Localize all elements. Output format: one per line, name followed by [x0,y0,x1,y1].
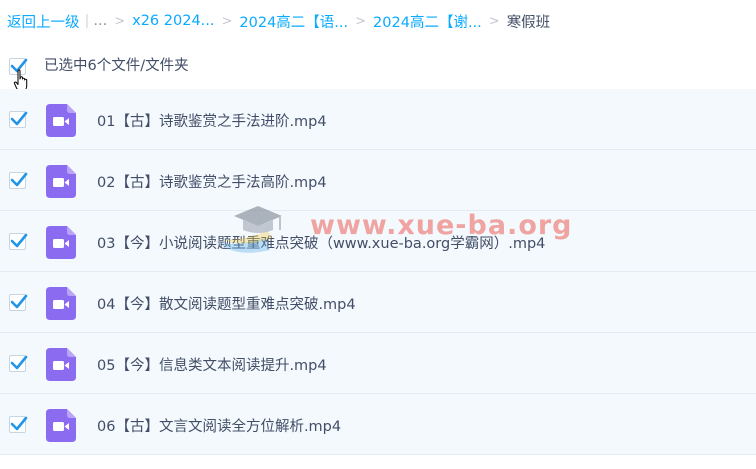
file-name[interactable]: 01【古】诗歌鉴赏之手法进阶.mp4 [97,110,327,131]
file-checkbox[interactable] [9,111,28,128]
select-all-row: 已选中6个文件/文件夹 [0,50,756,80]
file-row[interactable]: 01【古】诗歌鉴赏之手法进阶.mp4 [0,89,756,150]
file-list: 01【古】诗歌鉴赏之手法进阶.mp4 02【古】诗歌鉴赏之手法高阶.mp4 03… [0,89,756,455]
file-checkbox[interactable] [9,172,28,189]
file-checkbox[interactable] [9,233,28,250]
back-link[interactable]: 返回上一级 [7,11,80,32]
video-file-icon [46,226,76,259]
breadcrumb-ellipsis[interactable]: ... [93,13,107,29]
file-name[interactable]: 06【古】文言文阅读全方位解析.mp4 [97,415,341,436]
breadcrumb-item[interactable]: 2024高二【谢... [373,11,482,32]
video-file-icon [46,104,76,137]
checkmark-icon [10,355,28,370]
file-checkbox[interactable] [9,416,28,433]
file-name[interactable]: 02【古】诗歌鉴赏之手法高阶.mp4 [97,171,327,192]
breadcrumb-item[interactable]: x26 2024... [132,13,214,29]
breadcrumb: 返回上一级 | ... > x26 2024... > 2024高二【语... … [7,11,550,31]
checkmark-icon [10,172,28,187]
breadcrumb-divider: | [84,13,90,29]
breadcrumb-current: 寒假班 [506,14,551,31]
breadcrumb-item[interactable]: 2024高二【语... [239,11,348,32]
video-file-icon [46,287,76,320]
file-name[interactable]: 03【今】小说阅读题型重难点突破（www.xue-ba.org学霸网）.mp4 [97,232,545,253]
chevron-right-icon: > [221,13,233,29]
checkmark-icon [10,233,28,248]
selection-count-label: 已选中6个文件/文件夹 [44,58,189,74]
video-file-icon [46,165,76,198]
video-file-icon [46,348,76,381]
file-name[interactable]: 05【今】信息类文本阅读提升.mp4 [97,354,327,375]
video-file-icon [46,409,76,442]
checkmark-icon [10,111,28,126]
chevron-right-icon: > [355,13,367,29]
file-name[interactable]: 04【今】散文阅读题型重难点突破.mp4 [97,293,356,314]
file-row[interactable]: 03【今】小说阅读题型重难点突破（www.xue-ba.org学霸网）.mp4 [0,211,756,272]
file-row[interactable]: 02【古】诗歌鉴赏之手法高阶.mp4 [0,150,756,211]
file-row[interactable]: 04【今】散文阅读题型重难点突破.mp4 [0,272,756,333]
file-row[interactable]: 06【古】文言文阅读全方位解析.mp4 [0,394,756,455]
checkmark-icon [10,294,28,309]
file-checkbox[interactable] [9,294,28,311]
file-row[interactable]: 05【今】信息类文本阅读提升.mp4 [0,333,756,394]
chevron-right-icon: > [114,13,126,29]
checkmark-icon [10,416,28,431]
file-checkbox[interactable] [9,355,28,372]
chevron-right-icon: > [488,13,500,29]
